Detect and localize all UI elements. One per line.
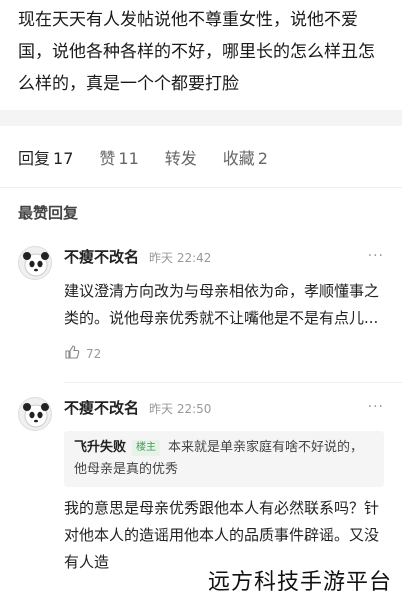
more-options-icon[interactable]: ··· [368,399,384,415]
comment-text: 建议澄清方向改为与母亲相依为命，孝顺懂事之类的。说他母亲优秀就不让嘴他是不是有点… [64,282,380,327]
tab-favorites[interactable]: 收藏 2 [223,145,268,169]
tab-reposts[interactable]: 转发 [165,145,197,169]
tab-likes[interactable]: 赞 11 [99,145,138,169]
tab-replies-label: 回复 [18,148,51,168]
comment-author[interactable]: 不瘦不改名 [64,246,139,267]
op-badge: 楼主 [132,440,161,456]
more-options-icon[interactable]: ··· [368,248,384,264]
like-control[interactable]: 72 [64,340,384,368]
comment-time: 昨天 22:42 [149,251,212,265]
quoted-reply[interactable]: 飞升失败 楼主 本来就是单亲家庭有啥不好说的，他母亲是真的优秀 [64,431,384,487]
section-title-top-replies: 最赞回复 [18,204,79,222]
tab-likes-label: 赞 [99,148,116,168]
tab-reposts-label: 转发 [164,148,197,168]
tab-replies-count: 17 [53,148,74,168]
comment-item: 不瘦不改名 昨天 22:42 建议澄清方向改为与母亲相依为命，孝顺懂事之类的。说… [0,232,402,368]
like-count: 72 [86,347,102,361]
watermark: 远方科技手游平台 [203,564,396,596]
comment-author[interactable]: 不瘦不改名 [64,397,139,418]
tab-replies[interactable]: 回复 17 [18,145,73,169]
tab-favorites-label: 收藏 [222,148,255,168]
comment-item: 不瘦不改名 昨天 22:50 飞升失败 楼主 本来就是单亲家庭有啥不好说的，他母亲是… [0,383,402,576]
interaction-tabs: 回复 17 赞 11 转发 收藏 2 [0,126,402,188]
quoted-author[interactable]: 飞升失败 [74,440,126,455]
post-body-text: 现在天天有人发帖说他不尊重女性，说他不爱国，说他各种各样的不好，哪里长的怎么样丑… [18,10,375,94]
comment-time: 昨天 22:50 [149,402,212,416]
panda-avatar-icon[interactable] [18,246,52,280]
section-gap [0,110,402,126]
tab-favorites-count: 2 [257,148,268,168]
tab-likes-count: 11 [118,148,139,168]
thumbs-up-icon[interactable] [64,344,80,364]
panda-avatar-icon[interactable] [18,397,52,431]
